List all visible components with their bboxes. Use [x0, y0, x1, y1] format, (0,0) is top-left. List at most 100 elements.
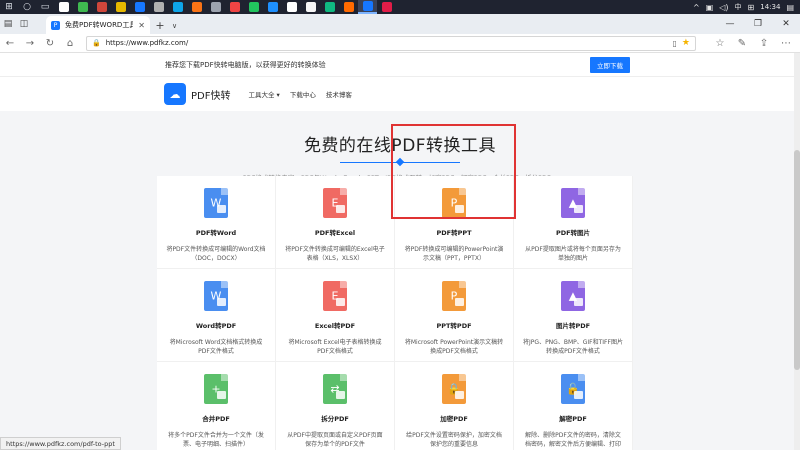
taskbar-app-2-icon[interactable]	[73, 0, 92, 14]
tool-card[interactable]: E Excel转PDF 将Microsoft Excel电子表格转换成PDF文档格式	[276, 269, 395, 362]
tool-title[interactable]: PDF转Word	[196, 227, 236, 237]
tool-title[interactable]: 解密PDF	[559, 413, 587, 423]
taskbar-app-13-icon[interactable]	[282, 0, 301, 14]
taskbar-app-18-icon[interactable]	[377, 0, 396, 14]
minimize-icon[interactable]: —	[716, 14, 744, 34]
taskbar-app-5-icon[interactable]	[130, 0, 149, 14]
taskbar-app-1-icon[interactable]	[54, 0, 73, 14]
menu-tools[interactable]: 工具大全 ▾	[248, 89, 279, 99]
taskbar-app-14-icon[interactable]	[301, 0, 320, 14]
url-text[interactable]: https://www.pdfkz.com/	[106, 39, 668, 47]
forward-icon[interactable]: →	[20, 34, 40, 53]
tool-card[interactable]: E PDF转Excel 将PDF文件转换成可编辑的Excel电子表格（XLS，XLS…	[276, 176, 395, 269]
windows-start-icon[interactable]: ⊞	[0, 0, 18, 14]
tool-card[interactable]: + 合并PDF 将多个PDF文件合并为一个文件（发票、电子明细、扫描件）	[157, 362, 276, 450]
notification-icon[interactable]: ▤	[786, 3, 794, 12]
taskbar-app-10-icon[interactable]	[225, 0, 244, 14]
tool-card[interactable]: 🔓 解密PDF 解除、删除PDF文件的密码，清除文档密码，解密文件后方便编辑、打印	[514, 362, 633, 450]
taskbar-app-glyph	[172, 2, 183, 12]
tab-preview-icon[interactable]: ◫	[16, 14, 32, 34]
toolbar-actions: ☆ ✎ ⇪ ⋯	[710, 34, 800, 53]
tool-title[interactable]: PDF转PPT	[436, 227, 471, 237]
taskbar: ⊞ ○ ▭ ^ ▣ ◁) 中 ⊞ 14:34 ▤	[0, 0, 800, 14]
ime-mode-icon[interactable]: ⊞	[748, 3, 755, 12]
search-icon[interactable]: ○	[18, 0, 36, 14]
ime-indicator[interactable]: 中	[735, 2, 742, 12]
close-window-icon[interactable]: ✕	[772, 14, 800, 34]
tool-description: 将Microsoft Excel电子表格转换成PDF文档格式	[288, 339, 382, 355]
file-tag	[336, 391, 345, 399]
tool-title[interactable]: Excel转PDF	[315, 320, 355, 330]
scrollbar-thumb[interactable]	[794, 150, 800, 370]
taskbar-app-glyph	[153, 2, 164, 12]
volume-icon[interactable]: ◁)	[719, 3, 728, 12]
restore-icon[interactable]: ❐	[744, 14, 772, 34]
back-icon[interactable]: ←	[0, 34, 20, 53]
file-tag	[574, 205, 583, 213]
browser-tab-active[interactable]: P 免费PDF转WORD工具|F ✕	[46, 16, 150, 34]
share-icon[interactable]: ⇪	[754, 34, 774, 53]
tool-card[interactable]: ▲ 图片转PDF 将JPG、PNG、BMP、GIF和TIFF图片转换成PDF文件格式	[514, 269, 633, 362]
close-tab-icon[interactable]: ✕	[138, 21, 145, 30]
taskbar-app-7-icon[interactable]	[168, 0, 187, 14]
tool-title[interactable]: 拆分PDF	[321, 413, 349, 423]
file-tag	[217, 205, 226, 213]
home-icon[interactable]: ⌂	[60, 34, 80, 53]
tool-title[interactable]: PDF转Excel	[315, 227, 355, 237]
site-logo[interactable]: ☁ PDF快转	[164, 83, 230, 105]
more-icon[interactable]: ⋯	[776, 34, 796, 53]
clock[interactable]: 14:34	[760, 3, 780, 11]
tool-title[interactable]: 图片转PDF	[556, 320, 590, 330]
file-tag	[455, 391, 464, 399]
taskbar-app-6-icon[interactable]	[149, 0, 168, 14]
tool-title[interactable]: Word转PDF	[196, 320, 236, 330]
lock-icon[interactable]: 🔒	[92, 39, 101, 47]
tab-actions-icon[interactable]: ▤	[0, 14, 16, 34]
taskbar-app-12-icon[interactable]	[263, 0, 282, 14]
file-tag	[455, 205, 464, 213]
tool-card[interactable]: ▲ PDF转图片 从PDF提取图片或将每个页面另存为单独的图片	[514, 176, 633, 269]
download-now-button[interactable]: 立即下载	[590, 56, 630, 73]
tool-card[interactable]: W Word转PDF 将Microsoft Word文档格式转换成PDF文件格式	[157, 269, 276, 362]
tool-card[interactable]: ⇄ 拆分PDF 从PDF中提取页面或自定义PDF页面保存为单个的PDF文件	[276, 362, 395, 450]
network-icon[interactable]: ▣	[706, 3, 714, 12]
tool-card[interactable]: W PDF转Word 将PDF文件转换成可编辑的Word文档（DOC，DOCX）	[157, 176, 276, 269]
favorite-star-icon[interactable]: ★	[682, 38, 690, 48]
chevron-up-icon[interactable]: ^	[693, 3, 700, 12]
tool-card[interactable]: 🔒 加密PDF 给PDF文件设置密码保护，加密文档保护您的重要信息	[395, 362, 514, 450]
file-type-icon: P	[442, 188, 466, 218]
tab-list-chevron-icon[interactable]: ∨	[172, 22, 177, 30]
taskbar-app-glyph	[115, 2, 126, 12]
favorites-icon[interactable]: ☆	[710, 34, 730, 53]
taskbar-app-4-icon[interactable]	[111, 0, 130, 14]
address-bar[interactable]: 🔒 https://www.pdfkz.com/ ▯ ★	[86, 35, 696, 51]
taskbar-app-17-icon[interactable]	[358, 0, 377, 14]
notes-icon[interactable]: ✎	[732, 34, 752, 53]
taskbar-app-11-icon[interactable]	[244, 0, 263, 14]
file-type-icon: W	[204, 281, 228, 311]
tool-title[interactable]: PPT转PDF	[436, 320, 471, 330]
tool-card[interactable]: P PDF转PPT 将PDF转换成可编辑的PowerPoint演示文稿（PPT，PP…	[395, 176, 514, 269]
taskbar-app-8-icon[interactable]	[187, 0, 206, 14]
download-banner: 推荐您下载PDF快转电脑版，以获得更好的转换体验 立即下载	[0, 53, 800, 77]
diamond-icon	[395, 157, 405, 167]
tool-description: 从PDF提取图片或将每个页面另存为单独的图片	[525, 246, 621, 262]
tool-title[interactable]: 合并PDF	[202, 413, 230, 423]
browser-tab-strip: ▤ ◫ P 免费PDF转WORD工具|F ✕ + ∨ — ❐ ✕	[0, 14, 800, 34]
tool-title[interactable]: 加密PDF	[440, 413, 468, 423]
taskbar-app-9-icon[interactable]	[206, 0, 225, 14]
tool-title[interactable]: PDF转图片	[556, 227, 590, 237]
taskbar-app-16-icon[interactable]	[339, 0, 358, 14]
browser-toolbar: ← → ↻ ⌂ 🔒 https://www.pdfkz.com/ ▯ ★ ☆ ✎…	[0, 34, 800, 53]
new-tab-button[interactable]: +	[150, 16, 170, 34]
tool-description: 从PDF中提取页面或自定义PDF页面保存为单个的PDF文件	[287, 432, 383, 448]
tool-description: 将PDF转换成可编辑的PowerPoint演示文稿（PPT，PPTX）	[404, 246, 504, 262]
reading-view-icon[interactable]: ▯	[673, 39, 677, 48]
taskbar-app-3-icon[interactable]	[92, 0, 111, 14]
refresh-icon[interactable]: ↻	[40, 34, 60, 53]
taskbar-app-15-icon[interactable]	[320, 0, 339, 14]
menu-download-center[interactable]: 下载中心	[290, 89, 316, 99]
tool-card[interactable]: P PPT转PDF 将Microsoft PowerPoint演示文稿转换成PDF文…	[395, 269, 514, 362]
menu-tech-blog[interactable]: 技术博客	[326, 89, 352, 99]
task-view-icon[interactable]: ▭	[36, 0, 54, 14]
